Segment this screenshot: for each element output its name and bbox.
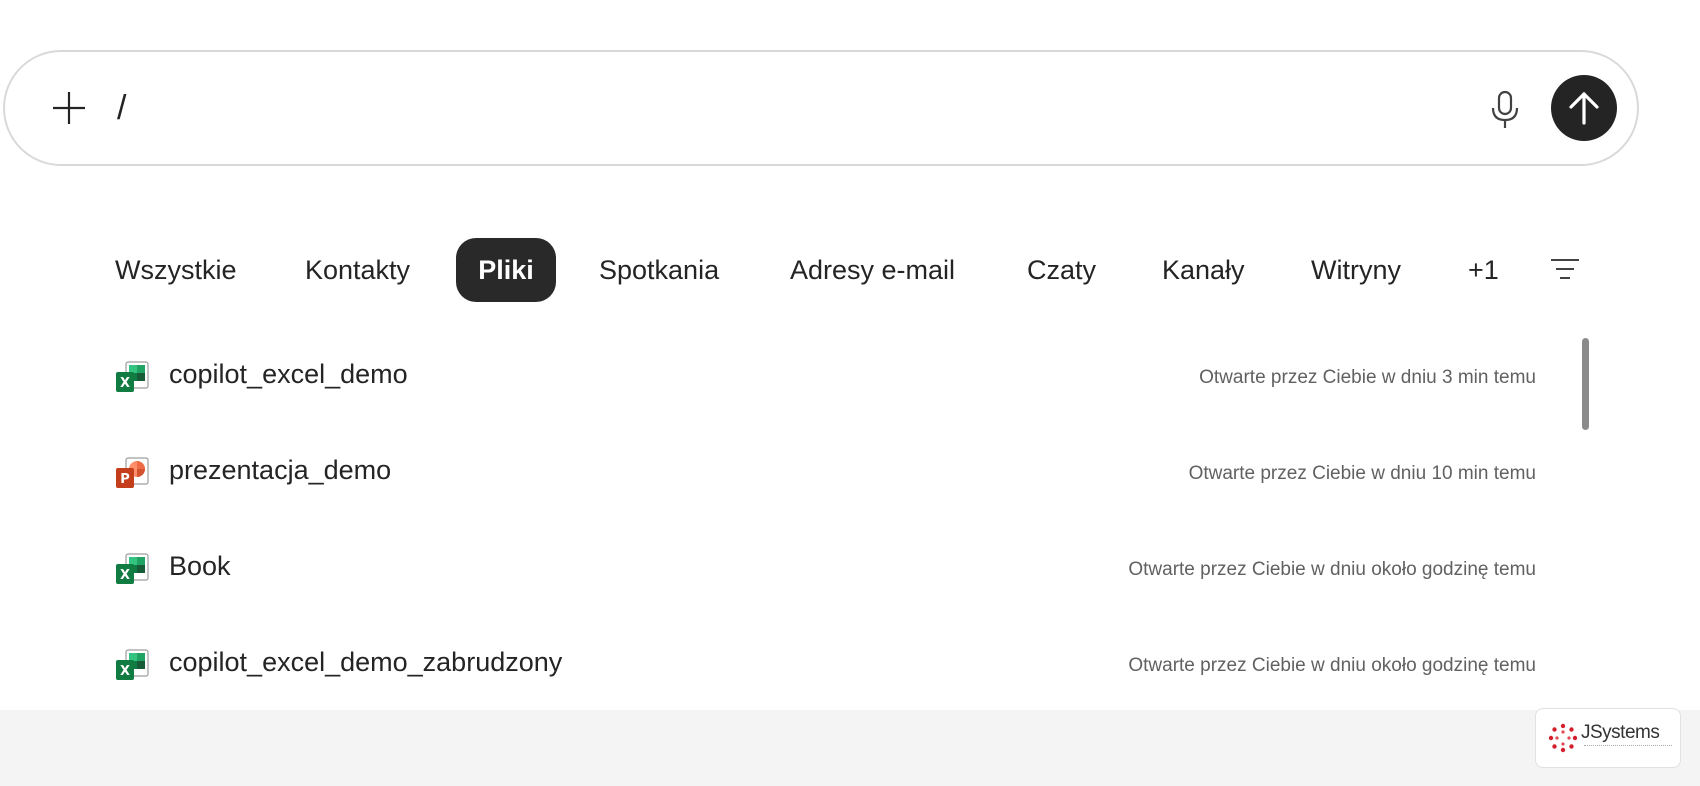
filter-lines-icon[interactable] <box>1548 252 1582 286</box>
file-row[interactable]: X copilot_excel_demo_zabrudzony Otwarte … <box>110 633 1536 703</box>
send-button[interactable] <box>1551 75 1617 141</box>
scrollbar[interactable] <box>1582 338 1589 430</box>
svg-text:X: X <box>120 568 130 583</box>
file-name: Book <box>169 551 231 581</box>
brand-name: JSystems <box>1581 722 1660 743</box>
file-row[interactable]: X copilot_excel_demo Otwarte przez Ciebi… <box>110 345 1536 415</box>
prompt-input[interactable] <box>117 82 1417 134</box>
arrow-up-icon <box>1569 92 1599 125</box>
prompt-bar <box>3 50 1639 166</box>
powerpoint-file-icon: P <box>114 456 150 490</box>
tab-czaty[interactable]: Czaty <box>1027 238 1096 302</box>
file-meta: Otwarte przez Ciebie w dniu 10 min temu <box>1188 463 1536 484</box>
tab-witryny[interactable]: Witryny <box>1311 238 1401 302</box>
tab-adresy-email[interactable]: Adresy e-mail <box>790 238 955 302</box>
tab-kanaly[interactable]: Kanały <box>1162 238 1245 302</box>
file-name: copilot_excel_demo_zabrudzony <box>169 647 563 677</box>
plus-icon[interactable] <box>49 88 89 128</box>
excel-file-icon: X <box>114 648 150 682</box>
microphone-icon[interactable] <box>1483 88 1527 132</box>
file-name: copilot_excel_demo <box>169 359 408 389</box>
tab-pliki[interactable]: Pliki <box>456 238 556 302</box>
excel-file-icon: X <box>114 552 150 586</box>
file-meta: Otwarte przez Ciebie w dniu około godzin… <box>1128 655 1536 676</box>
file-name: prezentacja_demo <box>169 455 392 485</box>
svg-text:X: X <box>120 664 130 679</box>
tab-more[interactable]: +1 <box>1468 238 1499 302</box>
svg-text:P: P <box>120 472 130 487</box>
file-meta: Otwarte przez Ciebie w dniu 3 min temu <box>1199 367 1536 388</box>
brand-badge: JSystems <box>1535 708 1681 768</box>
file-row[interactable]: P prezentacja_demo Otwarte przez Ciebie … <box>110 441 1536 511</box>
excel-file-icon: X <box>114 360 150 394</box>
brand-logo-icon <box>1548 723 1578 753</box>
tab-kontakty[interactable]: Kontakty <box>305 238 410 302</box>
brand-tagline-decoration <box>1584 745 1672 749</box>
svg-text:X: X <box>120 376 130 391</box>
footer <box>0 710 1700 786</box>
file-meta: Otwarte przez Ciebie w dniu około godzin… <box>1128 559 1536 580</box>
tab-wszystkie[interactable]: Wszystkie <box>115 238 237 302</box>
file-row[interactable]: X Book Otwarte przez Ciebie w dniu około… <box>110 537 1536 607</box>
tab-spotkania[interactable]: Spotkania <box>599 238 719 302</box>
